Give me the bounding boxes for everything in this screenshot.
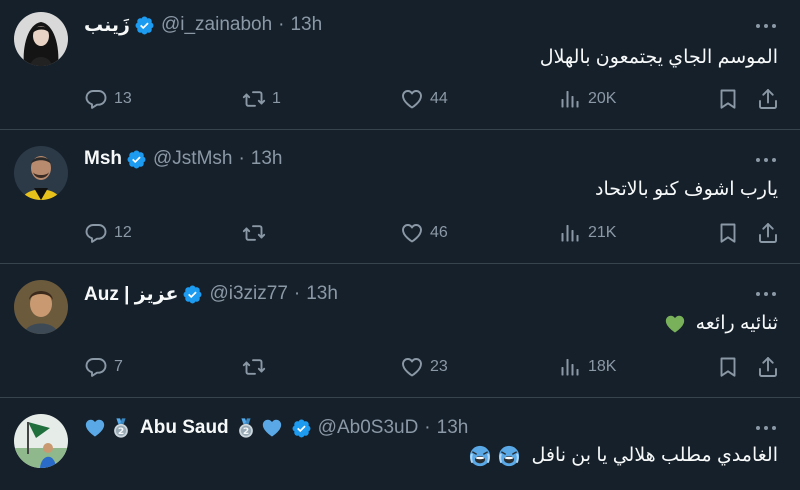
display-name[interactable]: Msh bbox=[84, 148, 122, 170]
tweet-header: Msh @JstMsh · 13h bbox=[84, 147, 283, 171]
bookmark-button[interactable] bbox=[716, 218, 746, 248]
display-name[interactable]: زَينب bbox=[84, 14, 130, 37]
timestamp[interactable]: 13h bbox=[290, 14, 322, 36]
tweet-header: زَينب @i_zainaboh · 13h bbox=[84, 13, 322, 37]
display-name[interactable]: Auz | عزيز bbox=[84, 283, 178, 306]
username[interactable]: @i3ziz77 bbox=[209, 283, 287, 305]
blue-heart-emoji bbox=[84, 417, 106, 439]
blue-heart-emoji bbox=[261, 417, 283, 439]
bookmark-icon bbox=[716, 355, 740, 379]
reply-icon bbox=[84, 87, 108, 111]
reply-icon bbox=[84, 355, 108, 379]
tweet-3[interactable]: Auz | عزيز @i3ziz77 · 13h ثنائيه رائعه 7 bbox=[0, 264, 800, 398]
bookmark-button[interactable] bbox=[716, 84, 746, 114]
silver-medal-emoji bbox=[110, 417, 132, 439]
tweet-2[interactable]: Msh @JstMsh · 13h يارب اشوف كنو بالاتحاد… bbox=[0, 130, 800, 264]
view-count: 20K bbox=[588, 90, 617, 107]
views-icon bbox=[558, 355, 582, 379]
separator-dot: · bbox=[293, 283, 301, 304]
views-button[interactable]: 18K bbox=[558, 352, 616, 382]
like-button[interactable]: 23 bbox=[400, 352, 448, 382]
avatar[interactable] bbox=[14, 12, 68, 66]
separator-dot: · bbox=[278, 14, 285, 35]
timestamp[interactable]: 13h bbox=[437, 417, 469, 439]
crying-face-emoji bbox=[498, 445, 520, 467]
timestamp[interactable]: 13h bbox=[251, 148, 283, 170]
username[interactable]: @Ab0S3uD bbox=[318, 417, 419, 439]
tweet-header: Abu Saud @Ab0S3uD · 13h bbox=[84, 416, 468, 440]
retweet-icon bbox=[242, 355, 266, 379]
display-name[interactable]: Abu Saud bbox=[140, 417, 229, 439]
separator-dot: · bbox=[424, 417, 431, 438]
retweet-icon bbox=[242, 87, 266, 111]
more-icon[interactable] bbox=[754, 424, 778, 432]
tweet-text: يارب اشوف كنو بالاتحاد bbox=[595, 179, 778, 200]
tweet-1[interactable]: زَينب @i_zainaboh · 13h الموسم الجاي يجت… bbox=[0, 0, 800, 130]
retweet-button[interactable] bbox=[242, 352, 272, 382]
reply-count: 12 bbox=[114, 224, 132, 241]
share-button[interactable] bbox=[756, 218, 786, 248]
like-icon bbox=[400, 87, 424, 111]
reply-button[interactable]: 12 bbox=[84, 218, 132, 248]
retweet-button[interactable]: 1 bbox=[242, 84, 281, 114]
like-count: 44 bbox=[430, 90, 448, 107]
share-icon bbox=[756, 87, 780, 111]
crying-face-emoji bbox=[469, 445, 491, 467]
more-icon[interactable] bbox=[754, 156, 778, 164]
like-count: 46 bbox=[430, 224, 448, 241]
like-button[interactable]: 44 bbox=[400, 84, 448, 114]
bookmark-icon bbox=[716, 221, 740, 245]
verified-badge-icon bbox=[126, 149, 147, 170]
views-icon bbox=[558, 221, 582, 245]
username[interactable]: @i_zainaboh bbox=[161, 14, 272, 36]
verified-badge-icon bbox=[182, 284, 203, 305]
tweet-text-content: الغامدي مطلب هلالي يا بن نافل bbox=[531, 445, 778, 466]
reply-count: 7 bbox=[114, 358, 123, 375]
share-button[interactable] bbox=[756, 84, 786, 114]
view-count: 21K bbox=[588, 224, 617, 241]
retweet-button[interactable] bbox=[242, 218, 272, 248]
verified-badge-icon bbox=[134, 15, 155, 36]
views-button[interactable]: 21K bbox=[558, 218, 616, 248]
tweet-header: Auz | عزيز @i3ziz77 · 13h bbox=[84, 282, 338, 306]
silver-medal-emoji bbox=[235, 417, 257, 439]
like-icon bbox=[400, 221, 424, 245]
reply-count: 13 bbox=[114, 90, 132, 107]
verified-badge-icon bbox=[291, 418, 312, 439]
views-icon bbox=[558, 87, 582, 111]
timestamp[interactable]: 13h bbox=[306, 283, 338, 305]
bookmark-button[interactable] bbox=[716, 352, 746, 382]
tweet-actions: 12 46 21K bbox=[0, 218, 800, 248]
reply-icon bbox=[84, 221, 108, 245]
avatar[interactable] bbox=[14, 280, 68, 334]
tweet-text-content: ثنائيه رائعه bbox=[695, 313, 778, 334]
retweet-count: 1 bbox=[272, 90, 281, 107]
tweet-text: الغامدي مطلب هلالي يا بن نافل bbox=[469, 444, 778, 467]
view-count: 18K bbox=[588, 358, 617, 375]
like-button[interactable]: 46 bbox=[400, 218, 448, 248]
tweet-feed: زَينب @i_zainaboh · 13h الموسم الجاي يجت… bbox=[0, 0, 800, 490]
share-button[interactable] bbox=[756, 352, 786, 382]
tweet-4[interactable]: Abu Saud @Ab0S3uD · 13h الغامدي مطلب هلا… bbox=[0, 398, 800, 490]
like-icon bbox=[400, 355, 424, 379]
tweet-text: الموسم الجاي يجتمعون بالهلال bbox=[539, 47, 778, 68]
avatar[interactable] bbox=[14, 414, 68, 468]
avatar[interactable] bbox=[14, 146, 68, 200]
tweet-actions: 7 23 18K bbox=[0, 352, 800, 382]
separator-dot: · bbox=[238, 148, 245, 169]
like-count: 23 bbox=[430, 358, 448, 375]
green-heart-emoji bbox=[664, 313, 686, 335]
reply-button[interactable]: 7 bbox=[84, 352, 123, 382]
share-icon bbox=[756, 355, 780, 379]
views-button[interactable]: 20K bbox=[558, 84, 616, 114]
tweet-actions: 13 1 44 20K bbox=[0, 84, 800, 114]
bookmark-icon bbox=[716, 87, 740, 111]
username[interactable]: @JstMsh bbox=[153, 148, 232, 170]
tweet-text: ثنائيه رائعه bbox=[664, 312, 778, 335]
more-icon[interactable] bbox=[754, 22, 778, 30]
more-icon[interactable] bbox=[754, 290, 778, 298]
retweet-icon bbox=[242, 221, 266, 245]
reply-button[interactable]: 13 bbox=[84, 84, 132, 114]
share-icon bbox=[756, 221, 780, 245]
